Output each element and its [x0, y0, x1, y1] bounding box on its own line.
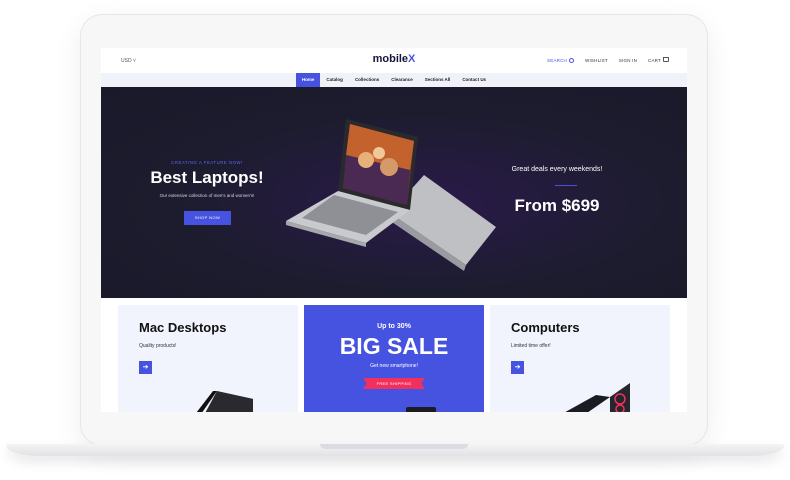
deals-price: From $699 [514, 196, 600, 215]
deals-text: Great deals every weekends! [511, 166, 603, 173]
header-actions: SEARCH WISHLIST SIGN IN CART [547, 57, 669, 63]
arrow-right-icon[interactable]: ➔ [139, 361, 152, 374]
smartphone-image [406, 407, 436, 412]
laptop-product-image [286, 119, 496, 271]
hero-subtitle: Our extensive collection of men's and wo… [159, 193, 255, 198]
laptop-mockup: USD ˅ mobileX SEARCH WISHLIST SIGN IN CA… [0, 0, 790, 480]
hero-banner: CREATING A FEATURE NOW! Best Laptops! Ou… [101, 87, 687, 298]
banner-subtitle: Quality products! [139, 343, 177, 349]
hero-title: Best Laptops! [150, 168, 264, 187]
search-icon [569, 57, 575, 63]
deals-divider [555, 185, 577, 186]
nav-home[interactable]: Home [295, 73, 321, 87]
nav-collections[interactable]: Collections [349, 73, 385, 87]
nav-contact-us[interactable]: Contact Us [456, 73, 492, 87]
nav-clearance[interactable]: Clearance [385, 73, 419, 87]
header-bar: USD ˅ mobileX SEARCH WISHLIST SIGN IN CA… [101, 48, 687, 73]
banner-big-sale[interactable]: Up to 30% BIG SALE Get new smartphone! F… [304, 305, 484, 412]
arrow-right-icon[interactable]: ➔ [511, 361, 524, 374]
sale-discount: Up to 30% [377, 323, 411, 330]
laptop-notch [320, 444, 468, 449]
sale-subtitle: Get new smartphone! [370, 363, 418, 369]
monitor-image [196, 391, 253, 412]
shop-now-button[interactable]: SHOP NOW [184, 211, 231, 225]
banner-computers[interactable]: Computers Limited time offer! ➔ [490, 305, 670, 412]
sign-in-link[interactable]: SIGN IN [619, 58, 637, 63]
banner-title: Mac Desktops [139, 320, 227, 335]
sale-title: BIG SALE [339, 333, 449, 359]
search-link[interactable]: SEARCH [547, 57, 575, 63]
wishlist-link[interactable]: WISHLIST [585, 58, 608, 63]
main-nav: Home Catalog Collections Clearance Secti… [101, 73, 687, 87]
cart-icon [663, 57, 669, 62]
banner-mac-desktops[interactable]: Mac Desktops Quality products! ➔ [118, 305, 298, 412]
nav-sections-all[interactable]: Sections All [419, 73, 457, 87]
banner-title: Computers [511, 320, 580, 335]
banner-subtitle: Limited time offer! [511, 343, 551, 349]
laptop-screen: USD ˅ mobileX SEARCH WISHLIST SIGN IN CA… [101, 48, 687, 412]
nav-catalog[interactable]: Catalog [320, 73, 349, 87]
cart-link[interactable]: CART [648, 57, 669, 63]
hero-eyebrow: CREATING A FEATURE NOW! [171, 160, 243, 165]
pc-tower-image [565, 383, 630, 412]
free-shipping-ribbon: FREE SHIPPING [363, 378, 425, 389]
